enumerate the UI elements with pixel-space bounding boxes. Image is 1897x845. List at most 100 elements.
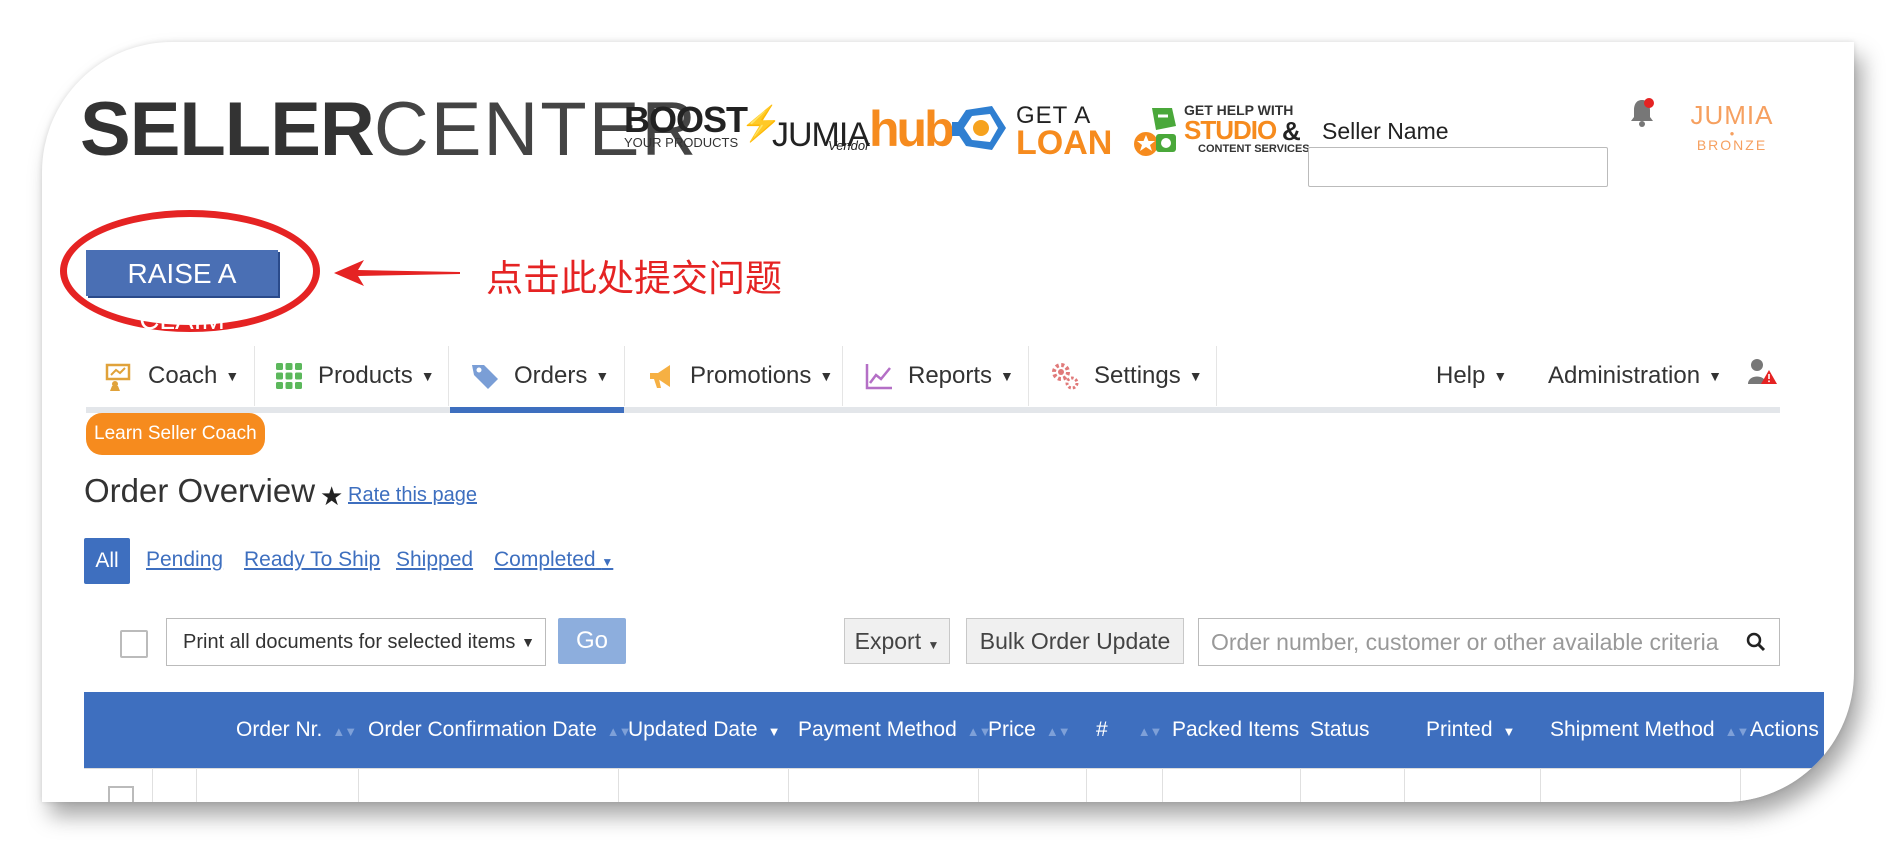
caret-down-icon: ▼ <box>601 555 614 569</box>
bulk-order-update-button[interactable]: Bulk Order Update <box>966 618 1184 664</box>
studio-line2: STUDIO <box>1184 115 1277 145</box>
export-label: Export <box>854 628 922 654</box>
col-price[interactable]: Price ▲▼ <box>988 692 1071 768</box>
nav-settings-label: Settings <box>1094 362 1181 389</box>
star-icon: ★ <box>320 481 344 511</box>
col-label: Shipment Method <box>1550 718 1715 741</box>
col-label: # <box>1096 718 1108 741</box>
nav-divider <box>1028 346 1029 406</box>
get-a-loan-banner[interactable]: GET A LOAN <box>952 98 1122 162</box>
col-status[interactable]: Status <box>1310 692 1370 768</box>
nav-help-label: Help <box>1436 362 1486 389</box>
col-label: Updated Date <box>628 718 758 741</box>
raise-claim-button[interactable]: RAISE A CLAIM <box>86 250 278 335</box>
sort-desc-icon: ▼ <box>767 724 781 739</box>
hub-text: hub <box>869 101 955 157</box>
nav-coach-label: Coach <box>148 362 218 389</box>
cell-divider <box>152 768 153 802</box>
col-shipment-method[interactable]: Shipment Method ▲▼ <box>1550 692 1750 768</box>
nav-promotions-label: Promotions <box>690 362 812 389</box>
nav-coach[interactable]: Coach ▼ <box>104 346 239 406</box>
caret-down-icon: ▼ <box>595 368 610 384</box>
caret-down-icon: ▼ <box>1000 368 1014 384</box>
boost-banner[interactable]: BOOST YOUR PRODUCTS ⚡ <box>624 99 782 150</box>
col-item-count[interactable]: # ▲▼ <box>1096 692 1162 768</box>
megaphone-icon <box>650 365 670 388</box>
tab-ready-to-ship[interactable]: Ready To Ship <box>244 548 380 572</box>
nav-administration-label: Administration <box>1548 362 1701 389</box>
tier-level: BRONZE <box>1696 137 1768 153</box>
tab-pending[interactable]: Pending <box>146 548 223 572</box>
cell-divider <box>1404 768 1405 802</box>
nav-orders-label: Orders <box>514 362 588 389</box>
caret-down-icon: ▼ <box>1188 368 1203 384</box>
caret-down-icon: ▼ <box>819 368 834 384</box>
seller-center-logo[interactable]: SELLERCENTER <box>80 92 698 168</box>
nav-administration[interactable]: Administration ▼ <box>1548 346 1722 406</box>
nav-reports-label: Reports <box>908 362 993 389</box>
learn-seller-coach-button[interactable]: Learn Seller Coach <box>86 413 265 455</box>
gear-icon <box>1052 363 1079 390</box>
cell-divider <box>1740 768 1741 802</box>
vendor-hub-banner[interactable]: JUMIAhub Vendor <box>772 100 955 158</box>
document-action-value: Print all documents for selected items <box>183 631 516 653</box>
caret-down-icon: ▼ <box>420 368 435 384</box>
cell-divider <box>978 768 979 802</box>
chart-icon <box>865 364 892 390</box>
tab-completed-label: Completed <box>494 548 596 571</box>
loan-text: LOAN <box>1016 124 1113 162</box>
col-order-confirmation-date[interactable]: Order Confirmation Date ▲▼ <box>368 692 631 768</box>
seller-name-label: Seller Name <box>1322 118 1449 144</box>
app-window: SELLERCENTER BOOST YOUR PRODUCTS ⚡ JUMIA… <box>42 42 1854 802</box>
caret-down-icon: ▼ <box>927 638 940 652</box>
cell-divider <box>788 768 789 802</box>
tab-all[interactable]: All <box>84 538 130 584</box>
nav-help[interactable]: Help ▼ <box>1436 346 1507 406</box>
col-label: Packed Items <box>1172 718 1300 741</box>
nav-reports[interactable]: Reports ▼ <box>864 346 1014 406</box>
order-search-input[interactable]: Order number, customer or other availabl… <box>1198 618 1780 666</box>
seller-name-field[interactable] <box>1308 147 1608 187</box>
col-updated-date[interactable]: Updated Date ▼ <box>628 692 781 768</box>
caret-down-icon: ▼ <box>225 368 240 384</box>
table-row[interactable] <box>84 768 1824 802</box>
user-alert-icon[interactable] <box>1746 356 1778 388</box>
nav-settings[interactable]: Settings ▼ <box>1050 346 1203 406</box>
nav-products-label: Products <box>318 362 413 389</box>
nav-products[interactable]: Products ▼ <box>274 346 435 406</box>
col-order-nr[interactable]: Order Nr. ▲▼ <box>236 692 357 768</box>
caret-down-icon: ▼ <box>1708 368 1722 384</box>
nav-divider <box>254 346 255 406</box>
nav-divider <box>842 346 843 406</box>
nav-divider <box>448 346 449 406</box>
nav-promotions[interactable]: Promotions ▼ <box>646 346 833 406</box>
cell-divider <box>1162 768 1163 802</box>
col-label: Payment Method <box>798 718 957 741</box>
col-label: Printed <box>1426 718 1493 741</box>
search-icon[interactable] <box>1746 632 1766 652</box>
boost-title: BOOST <box>624 99 748 140</box>
col-label: Price <box>988 718 1036 741</box>
export-button[interactable]: Export ▼ <box>844 618 950 664</box>
nav-orders[interactable]: Orders ▼ <box>470 346 609 406</box>
tab-shipped[interactable]: Shipped <box>396 548 473 572</box>
col-payment-method[interactable]: Payment Method ▲▼ <box>798 692 991 768</box>
select-all-checkbox[interactable] <box>120 630 148 658</box>
nav-divider <box>1216 346 1217 406</box>
tab-completed[interactable]: Completed ▼ <box>494 548 613 572</box>
go-button[interactable]: Go <box>558 618 626 664</box>
nav-active-indicator <box>450 407 624 413</box>
cell-divider <box>1540 768 1541 802</box>
col-packed-items[interactable]: Packed Items <box>1172 692 1299 768</box>
col-label: Order Confirmation Date <box>368 718 597 741</box>
row-checkbox[interactable] <box>108 786 134 802</box>
notification-bell-icon[interactable] <box>1628 96 1656 128</box>
studio-content-banner[interactable]: GET HELP WITH STUDIO & CONTENT SERVICES <box>1132 100 1310 160</box>
sort-icon: ▲▼ <box>332 724 357 739</box>
rate-this-page-link[interactable]: Rate this page <box>348 484 477 507</box>
document-action-select[interactable]: Print all documents for selected items ▼ <box>166 618 546 666</box>
sort-icon: ▲▼ <box>1724 724 1750 739</box>
col-printed[interactable]: Printed ▼ <box>1426 692 1515 768</box>
cell-divider <box>618 768 619 802</box>
cell-divider <box>358 768 359 802</box>
